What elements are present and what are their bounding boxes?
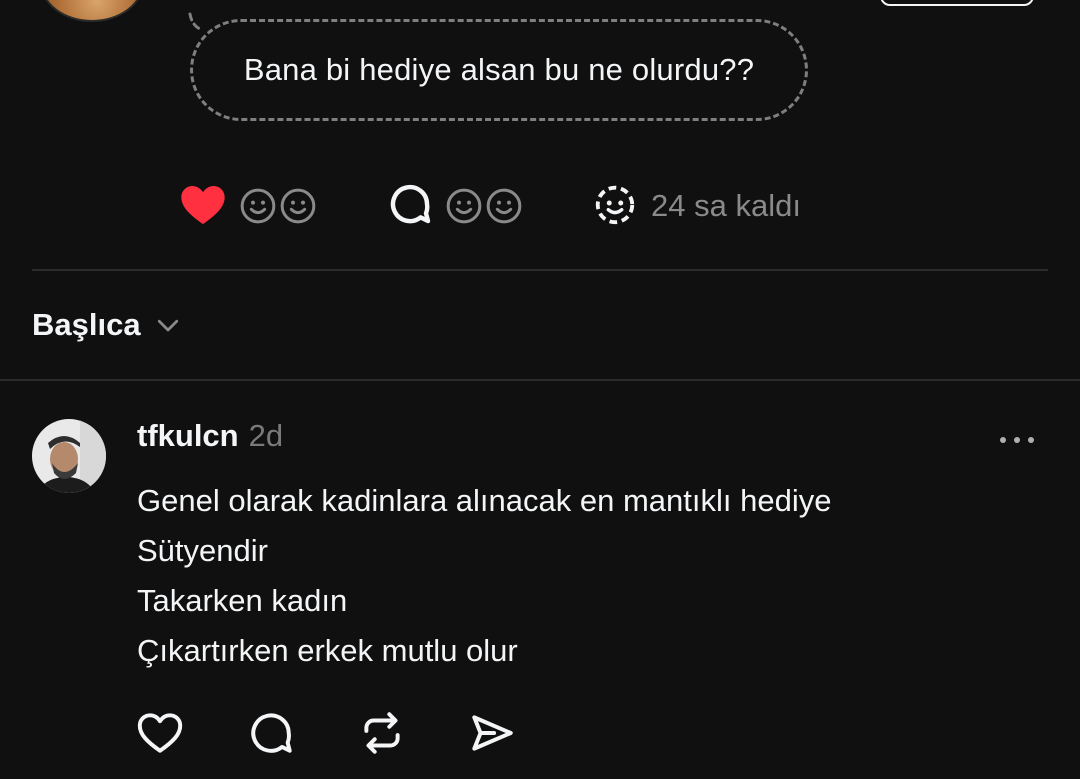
chevron-down-icon (157, 319, 178, 332)
note-text: Bana bi hediye alsan bu ne olurdu?? (243, 52, 755, 87)
comment-header: tfkulcn 2d (137, 418, 283, 460)
note-bubble: Bana bi hediye alsan bu ne olurdu?? (190, 19, 808, 121)
repost-button[interactable] (357, 708, 407, 758)
share-button[interactable] (467, 708, 517, 758)
follow-button[interactable] (880, 0, 1034, 6)
comment-bubble-icon (251, 713, 292, 753)
sort-filter-dropdown[interactable]: Başlıca (32, 300, 183, 350)
like-button[interactable] (135, 708, 185, 758)
comment-username[interactable]: tfkulcn (137, 418, 239, 454)
reply-bubble-icon[interactable] (386, 180, 434, 228)
author-avatar[interactable] (40, 0, 144, 22)
reaction-smiles-reply[interactable] (444, 180, 524, 232)
repost-icon (364, 712, 400, 754)
comment-timestamp: 2d (248, 418, 284, 453)
smile-icon (280, 188, 316, 224)
note-expiry-text: 24 sa kaldı (651, 188, 801, 223)
smile-icon (446, 188, 482, 224)
comment-text-line: Çıkartırken erkek mutlu olur (137, 633, 518, 668)
comment-body: Genel olarak kadinlara alınacak en mantı… (137, 476, 1037, 676)
dashed-face-icon (592, 180, 638, 226)
more-dots-icon[interactable] (996, 428, 1038, 452)
send-icon (472, 715, 513, 751)
comment-text-line: Sütyendir (137, 533, 268, 568)
reply-button[interactable] (246, 708, 296, 758)
commenter-avatar[interactable] (32, 419, 106, 493)
comment-text-line: Genel olarak kadinlara alınacak en mantı… (137, 483, 832, 518)
smile-icon (486, 188, 522, 224)
heart-outline-icon (137, 713, 183, 753)
divider (0, 379, 1080, 381)
reaction-smiles[interactable] (238, 180, 318, 232)
smile-icon (240, 188, 276, 224)
heart-filled-icon[interactable] (178, 180, 228, 230)
sort-filter-label: Başlıca (32, 307, 141, 342)
note-reaction-row: 24 sa kaldı (178, 180, 878, 232)
comment-text-line: Takarken kadın (137, 583, 348, 618)
divider (32, 269, 1048, 271)
